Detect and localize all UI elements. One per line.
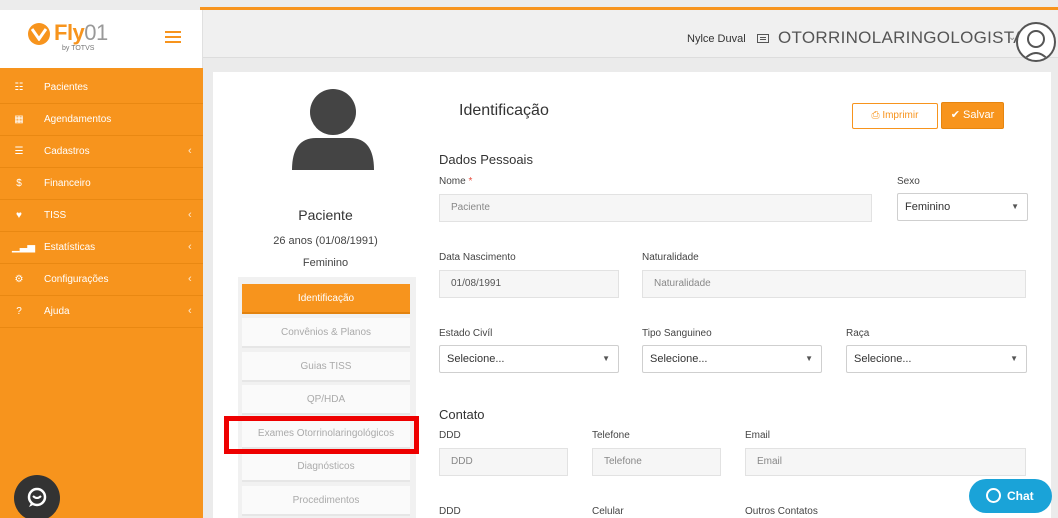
- check-icon: ✔: [950, 109, 960, 121]
- user-avatar[interactable]: [1016, 22, 1056, 62]
- tab-identificacao[interactable]: Identificação: [242, 284, 410, 314]
- sidebar-item-estat-sticas[interactable]: ▁▃▅ Estatísticas ‹: [0, 232, 203, 264]
- name-label: Nome *: [439, 176, 473, 187]
- dollar-icon: $: [16, 178, 22, 189]
- chat-button[interactable]: Chat: [969, 479, 1052, 513]
- select-caret-icon: ▼: [602, 354, 610, 363]
- menu-toggle-icon[interactable]: [165, 31, 181, 45]
- email-label: Email: [745, 430, 771, 441]
- top-strip: [0, 0, 1058, 10]
- list-icon: ☰: [14, 146, 24, 157]
- sidebar-item-label: Configurações: [44, 274, 109, 285]
- other-contacts-label: Outros Contatos: [745, 506, 818, 517]
- sidebar-item-label: Ajuda: [44, 306, 70, 317]
- tab-convenios-planos[interactable]: Convênios & Planos: [242, 318, 410, 348]
- ddd-field[interactable]: DDD: [439, 448, 568, 476]
- question-icon: ?: [16, 306, 22, 317]
- sidebar-item-label: TISS: [44, 210, 67, 221]
- sidebar-item-label: Cadastros: [44, 146, 90, 157]
- patient-age: 26 anos (01/08/1991): [273, 235, 378, 247]
- birthdate-label: Data Nascimento: [439, 252, 516, 263]
- select-caret-icon: ▼: [1010, 354, 1018, 363]
- sidebar: Fly01 by TOTVS ☷ Pacientes ▦ Agendamentos ☰ C…: [0, 10, 203, 518]
- name-field[interactable]: Paciente: [439, 194, 872, 222]
- id-card-icon: [757, 34, 769, 43]
- phone-label: Telefone: [592, 430, 630, 441]
- sidebar-menu: ☷ Pacientes ▦ Agendamentos ☰ Cadastros ‹ $ Finan…: [0, 72, 203, 328]
- sidebar-item-label: Agendamentos: [44, 114, 112, 125]
- chevron-left-icon: ‹: [188, 145, 192, 157]
- sidebar-item-tiss[interactable]: ♥ TISS ‹: [0, 200, 203, 232]
- sex-select[interactable]: Feminino ▼: [897, 193, 1028, 221]
- heartbeat-icon: ♥: [16, 210, 22, 221]
- blood-type-select[interactable]: Selecione... ▼: [642, 345, 822, 373]
- civil-status-label: Estado Civíl: [439, 328, 493, 339]
- print-button[interactable]: ⎙ Imprimir: [852, 103, 938, 129]
- tab-diagnosticos[interactable]: Diagnósticos: [242, 452, 410, 482]
- blood-type-label: Tipo Sanguineo: [642, 328, 712, 339]
- phone-field[interactable]: Telefone: [592, 448, 721, 476]
- sidebar-item-pacientes[interactable]: ☷ Pacientes: [0, 72, 203, 104]
- sidebar-item-financeiro[interactable]: $ Financeiro: [0, 168, 203, 200]
- tab-guias-tiss[interactable]: Guias TISS: [242, 352, 410, 382]
- personal-data-heading: Dados Pessoais: [439, 152, 533, 167]
- birthdate-field[interactable]: 01/08/1991: [439, 270, 619, 298]
- email-field[interactable]: Email: [745, 448, 1026, 476]
- ddd2-label: DDD: [439, 506, 461, 517]
- chat-icon: [986, 488, 1001, 503]
- select-caret-icon: ▼: [805, 354, 813, 363]
- chevron-left-icon: ‹: [188, 241, 192, 253]
- users-icon: ☷: [14, 82, 24, 93]
- gear-icon: ⚙: [14, 274, 24, 285]
- tab-procedimentos[interactable]: Procedimentos: [242, 486, 410, 516]
- sidebar-item-cadastros[interactable]: ☰ Cadastros ‹: [0, 136, 203, 168]
- race-label: Raça: [846, 328, 870, 339]
- race-select[interactable]: Selecione... ▼: [846, 345, 1027, 373]
- brand-sub: by TOTVS: [62, 45, 95, 52]
- sidebar-item-label: Estatísticas: [44, 242, 96, 253]
- birthplace-field[interactable]: Naturalidade: [642, 270, 1026, 298]
- support-chat-icon[interactable]: [14, 475, 60, 518]
- birthplace-label: Naturalidade: [642, 252, 699, 263]
- patient-card: Paciente 26 anos (01/08/1991) Feminino I…: [213, 72, 1051, 518]
- contact-heading: Contato: [439, 407, 485, 422]
- top-header: Nylce Duval OTORRINOLARINGOLOGISTA ⌄: [203, 10, 1058, 62]
- ddd-label: DDD: [439, 430, 461, 441]
- chevron-left-icon: ‹: [188, 305, 192, 317]
- sidebar-item-ajuda[interactable]: ? Ajuda ‹: [0, 296, 203, 328]
- fly01-logo-icon: [28, 23, 50, 45]
- select-caret-icon: ▼: [1011, 202, 1019, 211]
- highlight-annotation: [224, 416, 419, 454]
- patient-avatar-icon: [292, 88, 374, 170]
- user-name[interactable]: Nylce Duval: [687, 33, 746, 45]
- mobile-label: Celular: [592, 506, 624, 517]
- patient-sex: Feminino: [302, 257, 349, 269]
- brand-header: Fly01 by TOTVS: [0, 10, 203, 68]
- bar-chart-icon: ▁▃▅: [12, 242, 36, 253]
- civil-status-select[interactable]: Selecione... ▼: [439, 345, 619, 373]
- tab-qp-hda[interactable]: QP/HDA: [242, 385, 410, 415]
- sex-label: Sexo: [897, 176, 920, 187]
- chevron-left-icon: ‹: [188, 273, 192, 285]
- sidebar-item-label: Financeiro: [44, 178, 91, 189]
- printer-icon: ⎙: [871, 110, 880, 121]
- sidebar-item-agendamentos[interactable]: ▦ Agendamentos: [0, 104, 203, 136]
- save-button[interactable]: ✔ Salvar: [941, 102, 1004, 129]
- sidebar-item-configura-es[interactable]: ⚙ Configurações ‹: [0, 264, 203, 296]
- section-title: Identificação: [459, 102, 549, 119]
- brand-name: Fly01: [54, 20, 108, 45]
- calendar-icon: ▦: [14, 114, 24, 125]
- patient-name: Paciente: [298, 207, 353, 223]
- sidebar-item-label: Pacientes: [44, 82, 88, 93]
- specialty-label[interactable]: OTORRINOLARINGOLOGISTA: [778, 28, 1025, 48]
- chevron-left-icon: ‹: [188, 209, 192, 221]
